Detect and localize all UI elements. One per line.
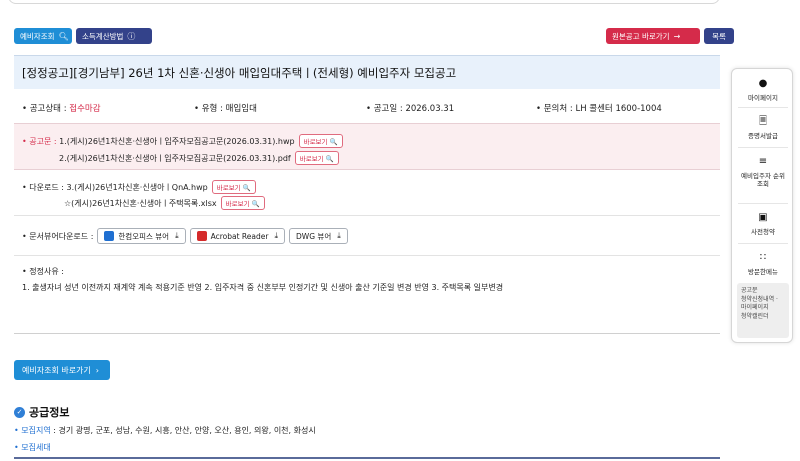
- status-badge: 접수마감: [69, 104, 101, 114]
- quick-waiting-rank[interactable]: ≡ 예비입주자 순위 조회: [732, 155, 794, 189]
- income-calc-button[interactable]: 소득계산방법 ⓘ: [76, 28, 152, 44]
- pre-search-link-button[interactable]: 예비자조회 바로가기 ›: [14, 360, 110, 380]
- supply-household-line: • 모집세대: [14, 443, 51, 452]
- quick-certificate[interactable]: 🗏︎ 증명서발급: [732, 115, 794, 140]
- date-info: • 공고일 : 2026.03.31: [366, 104, 455, 114]
- calendar-icon: ▣: [758, 212, 768, 223]
- dwg-viewer-label: DWG 뷰어: [296, 231, 332, 241]
- page-title: [정정공고][경기남부] 26년 1차 신혼·신생아 매입임대주택ㅣ(전세형) …: [22, 65, 457, 80]
- visited-item[interactable]: 청약캘린더: [741, 313, 785, 322]
- downloads-box: • 다운로드 : 3.(게시)26년1차신혼·신생아ㅣQnA.hwp 바로보기 …: [14, 170, 720, 216]
- notice-file-line-2: 2.(게시)26년1차신혼·신생아ㅣ입주자모집공고문(2026.03.31).p…: [59, 151, 339, 165]
- list-button[interactable]: 목록: [704, 28, 734, 44]
- notice-files-box: • 공고문 : 1.(게시)26년1차신혼·신생아ㅣ입주자모집공고문(2026.…: [14, 123, 720, 170]
- acrobat-reader-label: Acrobat Reader: [210, 231, 269, 241]
- view-button[interactable]: 바로보기 🔍: [211, 180, 256, 194]
- hancom-viewer-button[interactable]: 한컴오피스 뷰어 ⤓: [97, 228, 186, 244]
- arrow-right-icon: →: [673, 31, 681, 41]
- hancom-logo-icon: [104, 231, 115, 241]
- quick-visited-label: 방문한메뉴: [748, 267, 778, 276]
- quick-pre-subscription[interactable]: ▣ 사전청약: [732, 211, 794, 236]
- divider: [738, 203, 788, 204]
- reason-text: 1. 출생자녀 성년 이전까지 재계약 계속 적용기준 반영 2. 입주자격 중…: [22, 283, 504, 292]
- supply-title: 공급정보: [29, 406, 70, 419]
- region-value: : 경기 광명, 군포, 성남, 수원, 시흥, 안산, 안양, 오산, 용인,…: [50, 426, 316, 435]
- list-icon: ≡: [758, 156, 768, 167]
- type-info: • 유형 : 매입임대: [194, 104, 257, 114]
- toolbar: 예비자조회 🔍︎ 소득계산방법 ⓘ 원본공고 바로가기 → 목록: [14, 28, 734, 44]
- quick-mypage-label: 마이페이지: [748, 93, 778, 102]
- document-icon: 🗏︎: [758, 116, 768, 127]
- household-label: 모집세대: [21, 443, 51, 452]
- acrobat-logo-icon: [196, 231, 207, 241]
- divider: [738, 147, 788, 148]
- reason-label: 정정사유 :: [29, 267, 64, 276]
- hancom-viewer-label: 한컴오피스 뷰어: [118, 231, 170, 241]
- original-notice-label: 원본공고 바로가기: [612, 31, 670, 41]
- viewers-label: 문서뷰어다운로드 :: [29, 231, 94, 241]
- quick-waiting-rank-label: 예비입주자 순위 조회: [741, 171, 785, 189]
- status-label: 공고상태 :: [29, 104, 67, 114]
- type-value: 매입임대: [225, 104, 257, 114]
- quick-certificate-label: 증명서발급: [748, 131, 778, 140]
- divider: [738, 107, 788, 108]
- notice-info-row: • 공고상태 : 접수마감 • 유형 : 매입임대 • 공고일 : 2026.0…: [14, 90, 720, 122]
- check-circle-icon: ✓: [14, 406, 25, 418]
- notice-label: 공고문 :: [29, 136, 57, 146]
- supply-section-title: ✓ 공급정보: [14, 404, 69, 420]
- search-icon: 🔍︎: [58, 31, 69, 41]
- notice-file-line-1: • 공고문 : 1.(게시)26년1차신혼·신생아ㅣ입주자모집공고문(2026.…: [22, 134, 343, 148]
- supply-region-line: • 모집지역 : 경기 광명, 군포, 성남, 수원, 시흥, 안산, 안양, …: [14, 426, 316, 435]
- contact-info: • 문의처 : LH 콜센터 1600-1004: [536, 104, 662, 114]
- visited-menu-list: 공고문 청약신청내역 · 마이페이지 청약캘린더: [737, 283, 789, 338]
- date-label: 공고일 :: [373, 104, 403, 114]
- notice-title-bar: [정정공고][경기남부] 26년 1차 신혼·신생아 매입임대주택ㅣ(전세형) …: [14, 55, 720, 89]
- visited-item[interactable]: 공고문: [741, 287, 785, 296]
- contact-label: 문의처 :: [543, 104, 573, 114]
- download-line-2: ☆(게시)26년1차신혼·신생아ㅣ주택목록.xlsx 바로보기 🔍: [64, 196, 265, 210]
- download-file-2[interactable]: ☆(게시)26년1차신혼·신생아ㅣ주택목록.xlsx: [64, 198, 217, 209]
- status-info: • 공고상태 : 접수마감: [22, 104, 101, 114]
- visited-item[interactable]: 마이페이지: [741, 304, 785, 313]
- downloads-label: 다운로드 :: [29, 182, 64, 192]
- search-frame: [8, 0, 720, 4]
- contact-value: LH 콜센터 1600-1004: [575, 104, 662, 114]
- viewer-line: • 문서뷰어다운로드 : 한컴오피스 뷰어 ⤓ Acrobat Reader ⤓…: [22, 228, 348, 244]
- section-divider: [14, 457, 720, 459]
- grid-icon: ∷: [759, 252, 767, 263]
- download-file-1[interactable]: 3.(게시)26년1차신혼·신생아ㅣQnA.hwp: [67, 182, 208, 193]
- info-icon: ⓘ: [127, 31, 136, 41]
- view-button[interactable]: 바로보기 🔍: [298, 134, 343, 148]
- download-icon: ⤓: [175, 231, 179, 240]
- original-notice-button[interactable]: 원본공고 바로가기 →: [606, 28, 700, 44]
- region-label: 모집지역: [21, 426, 51, 435]
- type-label: 유형 :: [201, 104, 223, 114]
- quick-menu: ● 마이페이지 🗏︎ 증명서발급 ≡ 예비입주자 순위 조회 ▣ 사전청약 ∷ …: [731, 68, 793, 343]
- date-value: 2026.03.31: [405, 104, 455, 114]
- acrobat-reader-button[interactable]: Acrobat Reader ⤓: [189, 228, 286, 244]
- dwg-viewer-button[interactable]: DWG 뷰어 ⤓: [289, 228, 348, 244]
- pre-search-link-label: 예비자조회 바로가기: [22, 365, 91, 375]
- notice-file-2[interactable]: 2.(게시)26년1차신혼·신생아ㅣ입주자모집공고문(2026.03.31).p…: [59, 153, 291, 164]
- chevron-right-icon: ›: [95, 365, 99, 375]
- viewer-download-row: • 문서뷰어다운로드 : 한컴오피스 뷰어 ⤓ Acrobat Reader ⤓…: [14, 216, 720, 256]
- pre-search-button[interactable]: 예비자조회 🔍︎: [14, 28, 72, 44]
- quick-pre-subscription-label: 사전청약: [751, 227, 775, 236]
- divider: [738, 243, 788, 244]
- download-icon: ⤓: [274, 231, 279, 240]
- user-icon: ●: [758, 78, 768, 89]
- list-label: 목록: [712, 31, 726, 41]
- view-button[interactable]: 바로보기 🔍: [220, 196, 265, 210]
- reason-label-line: • 정정사유 :: [22, 267, 64, 276]
- download-icon: ⤓: [337, 231, 341, 240]
- download-line-1: • 다운로드 : 3.(게시)26년1차신혼·신생아ㅣQnA.hwp 바로보기 …: [22, 180, 256, 194]
- pre-search-label: 예비자조회: [20, 31, 55, 41]
- correction-reason-box: • 정정사유 : 1. 출생자녀 성년 이전까지 재계약 계속 적용기준 반영 …: [14, 256, 720, 334]
- view-button[interactable]: 바로보기 🔍: [294, 151, 339, 165]
- income-calc-label: 소득계산방법: [82, 31, 124, 41]
- quick-visited: ∷ 방문한메뉴: [732, 251, 794, 276]
- quick-mypage[interactable]: ● 마이페이지: [732, 77, 794, 102]
- notice-file-1[interactable]: 1.(게시)26년1차신혼·신생아ㅣ입주자모집공고문(2026.03.31).h…: [59, 136, 294, 147]
